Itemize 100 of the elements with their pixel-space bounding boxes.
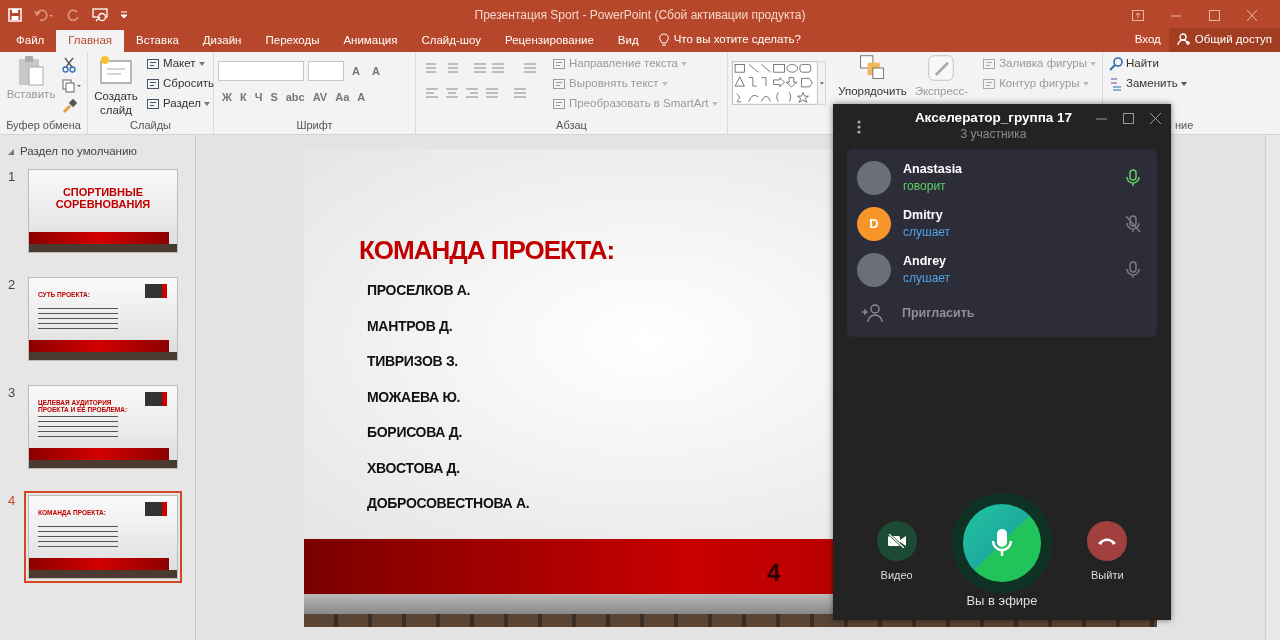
- format-button[interactable]: AV: [308, 89, 332, 106]
- photo-placeholder: [857, 161, 891, 195]
- maximize-icon[interactable]: [1123, 113, 1134, 124]
- participant-name: Dmitry: [903, 207, 944, 224]
- font-size-button[interactable]: A: [348, 62, 364, 80]
- command-icon: [146, 96, 160, 111]
- participant-status: говорит: [903, 178, 947, 195]
- format-button[interactable]: Ж: [218, 89, 236, 106]
- group-label: ние: [1175, 118, 1194, 133]
- add-person-icon: [861, 303, 883, 323]
- format-button[interactable]: A: [353, 89, 370, 106]
- more-menu-icon[interactable]: [857, 119, 861, 135]
- team-member-name: ХВОСТОВА Д.: [367, 458, 460, 478]
- scrollbar[interactable]: [1265, 135, 1280, 640]
- ribbon-tab[interactable]: Слайд-шоу: [409, 30, 494, 52]
- ribbon-tab[interactable]: Главная: [56, 30, 125, 52]
- share-button[interactable]: Общий доступ: [1168, 27, 1280, 52]
- section-label[interactable]: Раздел по умолчанию: [20, 143, 137, 161]
- caret-icon: [1082, 81, 1089, 86]
- ribbon-tab[interactable]: Файл: [4, 30, 57, 52]
- collapse-icon[interactable]: [8, 148, 14, 155]
- slide-title: КОМАНДА ПРОЕКТА:: [359, 234, 615, 267]
- caret-icon: [1090, 61, 1096, 66]
- caret-icon: [661, 81, 668, 86]
- close-icon[interactable]: [1246, 9, 1258, 21]
- replace-icon: [1109, 76, 1123, 91]
- ribbon-display-icon[interactable]: [1132, 9, 1144, 21]
- new-slide-button[interactable]: Создать слайд: [92, 55, 140, 117]
- ribbon-tab[interactable]: Анимация: [331, 30, 410, 52]
- microphone-status: Вы в эфире: [966, 591, 1038, 610]
- participant-name: Anastasia: [903, 161, 964, 178]
- command-icon: [552, 96, 566, 111]
- ribbon-tab[interactable]: Дизайн: [190, 30, 254, 52]
- caret-icon: [711, 101, 718, 106]
- microphone-icon: [991, 527, 1013, 558]
- participant-name: Andrey: [903, 253, 948, 270]
- slide-command[interactable]: Сбросить: [144, 75, 217, 92]
- group-label: Буфер обмена: [5, 118, 82, 133]
- invite-button[interactable]: Пригласить: [847, 293, 1157, 333]
- format-button[interactable]: Aa: [331, 89, 354, 106]
- team-member-name: МАНТРОВ Д.: [367, 316, 453, 336]
- participant-count: 3 участника: [959, 126, 1028, 142]
- ribbon-tab[interactable]: Вид: [605, 30, 651, 52]
- font-size-field[interactable]: [308, 61, 344, 81]
- command-icon: [146, 76, 160, 91]
- format-button[interactable]: К: [235, 89, 251, 106]
- avatar: D: [857, 207, 891, 241]
- team-member-name: ДОБРОСОВЕСТНОВА А.: [367, 494, 530, 513]
- clipboard-icon: [17, 55, 45, 87]
- call-title: Акселератор_группа 17: [913, 110, 1074, 126]
- slide-command[interactable]: Раздел: [144, 95, 217, 112]
- scissors-icon[interactable]: [62, 57, 76, 73]
- slide-number: 2: [8, 276, 17, 295]
- shape-icon: [982, 76, 997, 91]
- copy-icon[interactable]: [62, 79, 82, 93]
- format-button[interactable]: S: [266, 89, 282, 106]
- maximize-icon[interactable]: [1208, 9, 1220, 21]
- person-icon: [1176, 32, 1190, 46]
- save-icon[interactable]: [8, 8, 22, 22]
- team-member-name: ПРОСЕЛКОВ А.: [367, 281, 471, 300]
- caret-icon: [681, 61, 687, 66]
- participant-status: слушает: [903, 270, 952, 287]
- caret-icon: [204, 101, 210, 106]
- sign-in-link[interactable]: Вход: [1126, 27, 1169, 52]
- ribbon-tab[interactable]: Переходы: [253, 30, 332, 52]
- ribbon-tab[interactable]: Рецензирование: [493, 30, 606, 52]
- slide-number: 4: [767, 558, 781, 588]
- ribbon-tab[interactable]: Вставка: [124, 30, 191, 52]
- customize-icon[interactable]: [120, 11, 128, 19]
- slide-number: 3: [8, 384, 17, 403]
- group-label: Абзац: [555, 118, 588, 133]
- editing-command[interactable]: Найти: [1107, 55, 1189, 72]
- slide-number: 4: [8, 492, 17, 511]
- logo-block: [145, 284, 167, 299]
- format-button[interactable]: Ч: [250, 89, 267, 106]
- close-icon[interactable]: [1150, 113, 1161, 124]
- undo-icon[interactable]: [34, 8, 54, 22]
- camera-off-icon: [886, 533, 907, 548]
- thumbnail-title: СПОРТИВНЫЕ СОРЕВНОВАНИЯ: [54, 186, 152, 211]
- font-name-field[interactable]: [218, 61, 304, 81]
- team-member-name: МОЖАЕВА Ю.: [367, 387, 461, 407]
- font-size-button[interactable]: A: [367, 62, 384, 80]
- shape-icon: [982, 56, 997, 71]
- photo-placeholder: [857, 253, 891, 287]
- command-icon: [146, 56, 160, 71]
- tell-me-field[interactable]: Что вы хотите сделать?: [673, 30, 801, 48]
- brush-icon[interactable]: [62, 99, 78, 113]
- command-icon: [552, 76, 566, 91]
- slide-command[interactable]: Макет: [144, 55, 217, 72]
- presentation-icon[interactable]: [92, 7, 108, 23]
- redo-icon[interactable]: [66, 8, 80, 22]
- drawing-command[interactable]: Упорядочить: [836, 54, 909, 98]
- logo-block: [145, 392, 167, 407]
- group-label: Шрифт: [295, 118, 334, 133]
- editing-command[interactable]: Заменить: [1107, 75, 1189, 92]
- slide-number: 1: [8, 168, 17, 187]
- format-button[interactable]: abc: [281, 89, 309, 106]
- command-icon: [552, 56, 566, 71]
- caret-icon: [1180, 81, 1187, 86]
- lightbulb-icon: [658, 32, 669, 46]
